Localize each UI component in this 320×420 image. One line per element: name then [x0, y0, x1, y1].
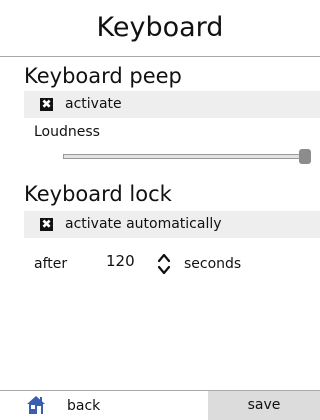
spinner-arrows-icon[interactable]	[157, 250, 171, 278]
keyboard-lock-heading: Keyboard lock	[24, 182, 172, 206]
back-button[interactable]: back	[0, 391, 208, 420]
keyboard-settings-screen: Keyboard Keyboard peep ✖ activate Loudne…	[0, 0, 320, 420]
after-label: after	[34, 256, 68, 272]
loudness-label: Loudness	[34, 124, 100, 140]
home-icon[interactable]	[26, 395, 46, 415]
save-button[interactable]: save	[208, 391, 320, 420]
activate-automatically-label: activate automatically	[65, 216, 222, 232]
keyboard-lock-auto-row[interactable]: ✖ activate automatically	[24, 211, 320, 238]
seconds-spinner[interactable]	[157, 250, 171, 278]
activate-checkbox[interactable]: ✖	[40, 98, 53, 111]
bottom-bar: back save	[0, 390, 320, 420]
keyboard-peep-activate-row[interactable]: ✖ activate	[24, 91, 320, 118]
loudness-slider-fill	[63, 154, 305, 159]
seconds-value[interactable]: 120	[106, 252, 135, 270]
keyboard-peep-heading: Keyboard peep	[24, 64, 182, 88]
seconds-label: seconds	[184, 256, 242, 272]
activate-automatically-checkbox[interactable]: ✖	[40, 218, 53, 231]
back-label: back	[67, 398, 101, 414]
activate-label: activate	[65, 96, 122, 112]
loudness-slider-thumb[interactable]	[299, 149, 311, 164]
page-title: Keyboard	[0, 0, 320, 57]
